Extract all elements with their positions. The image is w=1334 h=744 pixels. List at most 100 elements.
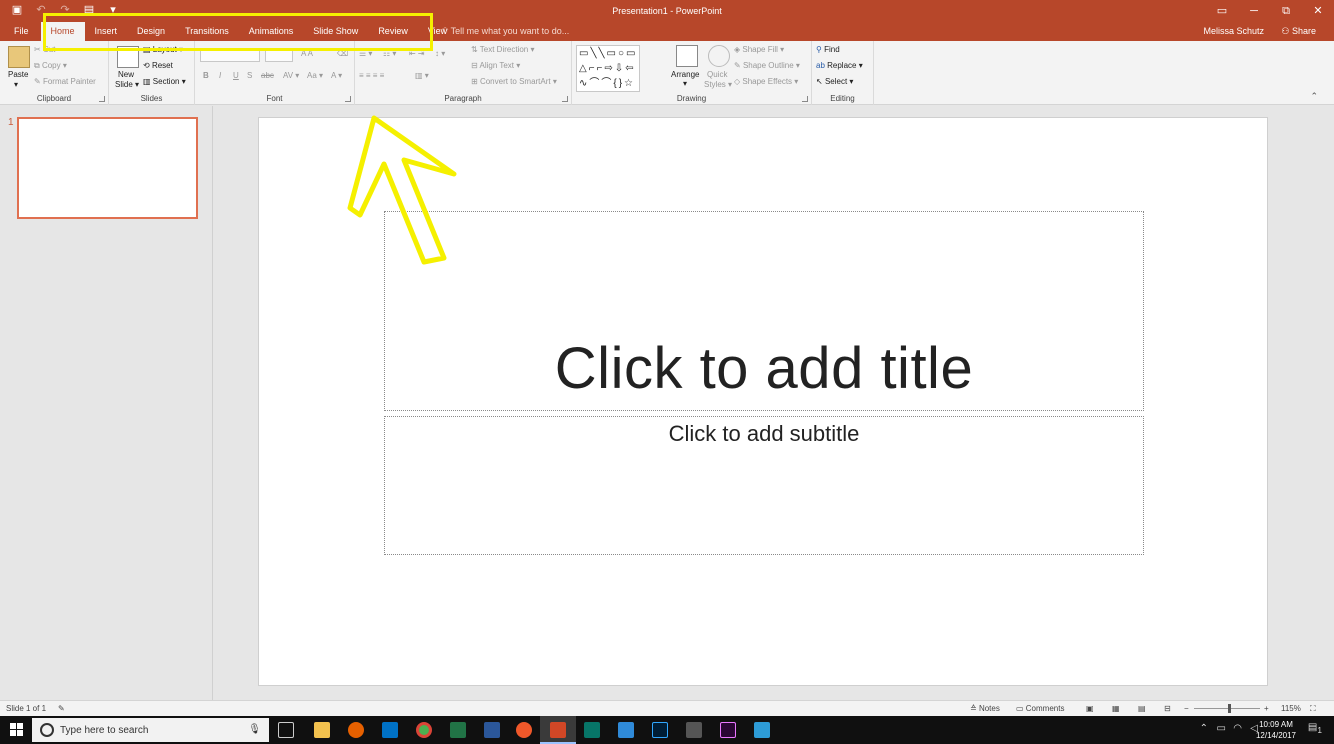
font-name-combo[interactable]	[200, 48, 260, 62]
comments-button[interactable]: ▭ Comments	[1016, 704, 1064, 713]
bold-button[interactable]: B	[203, 71, 209, 80]
shadow-button[interactable]: S	[247, 71, 252, 80]
notes-app-icon[interactable]	[618, 722, 634, 738]
alignment-buttons[interactable]: ≡ ≡ ≡ ≡	[359, 71, 384, 80]
arrange-icon[interactable]	[676, 45, 698, 67]
subtitle-placeholder[interactable]: Click to add subtitle	[384, 416, 1144, 555]
slide-canvas[interactable]: Click to add title Click to add subtitle	[258, 117, 1268, 686]
zoom-slider[interactable]	[1194, 708, 1260, 709]
paste-button[interactable]: Paste	[8, 70, 28, 79]
photoshop-icon[interactable]	[652, 722, 668, 738]
zoom-in-button[interactable]: +	[1264, 704, 1269, 713]
shape-fill-button[interactable]: ◈ Shape Fill ▾	[734, 45, 784, 54]
copy-button[interactable]: ⧉ Copy ▾	[34, 61, 67, 71]
tab-file[interactable]: File	[0, 22, 41, 41]
cut-button[interactable]: ✂ Cut	[34, 45, 55, 54]
change-case-button[interactable]: Aa ▾	[307, 71, 323, 80]
new-slide-label[interactable]: New	[118, 70, 134, 79]
layout-button[interactable]: ▤ Layout ▾	[143, 45, 183, 54]
zoom-level[interactable]: 115%	[1281, 704, 1301, 713]
tab-slide-show[interactable]: Slide Show	[303, 22, 368, 41]
fit-slide-icon[interactable]: ⛶	[1310, 704, 1316, 714]
font-size-combo[interactable]	[265, 48, 293, 62]
clipboard-launcher-icon[interactable]	[99, 96, 105, 102]
premiere-icon[interactable]	[720, 722, 736, 738]
snagit-icon[interactable]	[516, 722, 532, 738]
slideshow-view-icon[interactable]: ⊟	[1164, 704, 1171, 713]
tab-home[interactable]: Home	[40, 22, 85, 41]
new-slide-icon[interactable]	[117, 46, 139, 68]
ribbon-display-options-icon[interactable]: ▭	[1206, 2, 1238, 20]
section-button[interactable]: ▥ Section ▾	[143, 77, 186, 86]
quick-styles-label[interactable]: Quick	[707, 70, 727, 79]
spellcheck-icon[interactable]: ✎	[58, 704, 65, 713]
drawing-launcher-icon[interactable]	[802, 96, 808, 102]
task-view-icon[interactable]	[278, 722, 294, 738]
action-center-icon[interactable]: ▤1	[1308, 722, 1322, 735]
clear-formatting-icon[interactable]: ⌫	[337, 49, 348, 58]
underline-button[interactable]: U	[233, 71, 239, 80]
taskbar-clock[interactable]: 10:09 AM 12/14/2017	[1256, 719, 1296, 741]
text-direction-button[interactable]: ⇅ Text Direction ▾	[471, 45, 535, 54]
tab-insert[interactable]: Insert	[85, 22, 128, 41]
app-icon[interactable]	[754, 722, 770, 738]
shape-outline-button[interactable]: ✎ Shape Outline ▾	[734, 61, 800, 70]
firefox-icon[interactable]	[348, 722, 364, 738]
tab-transitions[interactable]: Transitions	[175, 22, 239, 41]
zoom-out-button[interactable]: −	[1184, 704, 1189, 713]
chrome-icon[interactable]	[416, 722, 432, 738]
quick-styles-label-2[interactable]: Styles ▾	[704, 80, 732, 89]
align-text-button[interactable]: ⊟ Align Text ▾	[471, 61, 520, 70]
find-button[interactable]: ⚲ Find	[816, 45, 840, 54]
normal-view-icon[interactable]: ▣	[1086, 704, 1094, 713]
arrange-label[interactable]: Arrange	[671, 70, 699, 79]
char-spacing-button[interactable]: AV ▾	[283, 71, 299, 80]
slide-sorter-icon[interactable]: ▦	[1112, 704, 1120, 713]
excel-icon[interactable]	[450, 722, 466, 738]
zoom-slider-thumb[interactable]	[1228, 704, 1231, 713]
convert-smartart-button[interactable]: ⊞ Convert to SmartArt ▾	[471, 77, 557, 86]
title-placeholder[interactable]: Click to add title	[384, 211, 1144, 411]
font-size-buttons[interactable]: A A	[301, 49, 313, 58]
minimize-button[interactable]: ─	[1238, 2, 1270, 20]
collapse-ribbon-icon[interactable]: ⌃	[1310, 91, 1318, 102]
notes-button[interactable]: ≙ Notes	[970, 704, 1000, 713]
font-launcher-icon[interactable]	[345, 96, 351, 102]
italic-button[interactable]: I	[219, 71, 221, 80]
share-button[interactable]: ⚇ Share	[1281, 26, 1316, 37]
shape-effects-button[interactable]: ◇ Shape Effects ▾	[734, 77, 798, 86]
file-explorer-icon[interactable]	[314, 722, 330, 738]
strikethrough-button[interactable]: abc	[261, 71, 274, 80]
shapes-gallery[interactable]: ▭╲╲▭○▭ △⌐⌐⇨⇩⇦ ∿⌒⌒{}☆	[576, 45, 641, 92]
windows-start-icon[interactable]	[10, 723, 23, 736]
tab-design[interactable]: Design	[127, 22, 175, 41]
new-slide-dropdown[interactable]: Slide ▾	[115, 80, 139, 89]
publisher-icon[interactable]	[584, 722, 600, 738]
columns-button[interactable]: ▥ ▾	[415, 71, 429, 80]
format-painter-button[interactable]: ✎ Format Painter	[34, 77, 96, 86]
word-icon[interactable]	[484, 722, 500, 738]
paragraph-launcher-icon[interactable]	[562, 96, 568, 102]
battery-icon[interactable]: ▭	[1217, 723, 1226, 734]
numbering-button[interactable]: ☷ ▾	[383, 49, 396, 58]
select-button[interactable]: ↖ Select ▾	[816, 77, 853, 86]
calculator-icon[interactable]	[686, 722, 702, 738]
paste-icon[interactable]	[8, 46, 30, 68]
line-spacing-button[interactable]: ↕ ▾	[435, 49, 445, 58]
wifi-icon[interactable]: ◠	[1233, 723, 1242, 734]
arrange-dropdown[interactable]: ▾	[683, 79, 687, 88]
paste-dropdown-icon[interactable]: ▾	[14, 80, 18, 89]
powerpoint-icon[interactable]	[550, 722, 566, 738]
outlook-icon[interactable]	[382, 722, 398, 738]
quick-styles-icon[interactable]	[708, 45, 730, 67]
tab-animations[interactable]: Animations	[239, 22, 304, 41]
microphone-icon[interactable]: 🎙︎	[248, 724, 261, 735]
close-button[interactable]: ✕	[1302, 2, 1334, 20]
reading-view-icon[interactable]: ▤	[1138, 704, 1146, 713]
font-color-button[interactable]: A ▾	[331, 71, 342, 80]
user-name[interactable]: Melissa Schutz	[1203, 26, 1264, 36]
reset-button[interactable]: ⟲ Reset	[143, 61, 173, 70]
restore-button[interactable]: ⧉	[1270, 2, 1302, 20]
bullets-button[interactable]: ☰ ▾	[359, 49, 372, 58]
slide-thumbnail[interactable]	[17, 117, 198, 219]
